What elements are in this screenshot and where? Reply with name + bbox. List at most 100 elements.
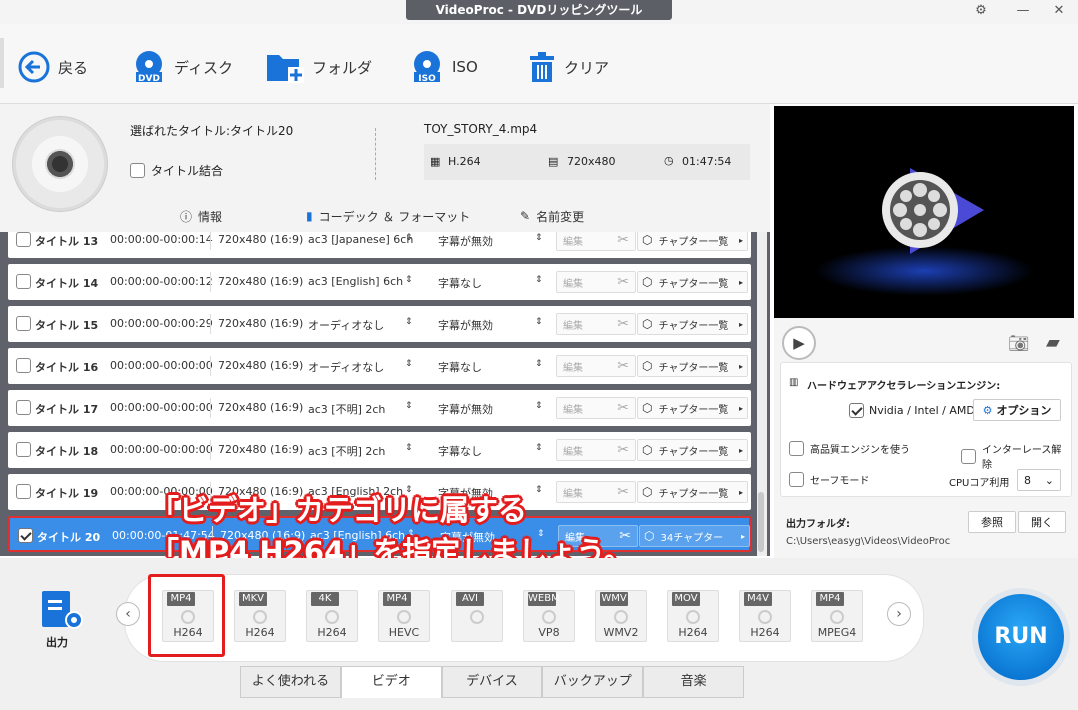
row-checkbox[interactable] (16, 358, 31, 373)
row-subtitle[interactable]: 字幕が無効 (438, 317, 493, 333)
edit-button[interactable]: 編集 ✂ (556, 232, 636, 251)
run-button[interactable]: RUN (972, 588, 1070, 686)
chapter-list-button[interactable]: ⬡ チャプター一覧 ▸ (637, 439, 748, 461)
chapter-list-button[interactable]: ⬡ チャプター一覧 ▸ (637, 232, 748, 251)
subtitle-select-arrow-icon[interactable]: ⇕ (535, 359, 543, 369)
edit-button[interactable]: 編集 ✂ (556, 313, 636, 335)
title-row[interactable]: タイトル 13 00:00:00-00:00:14 720x480 (16:9) ac… (8, 232, 751, 258)
row-subtitle[interactable]: 字幕が無効 (438, 233, 493, 249)
row-checkbox[interactable] (16, 400, 31, 415)
chapter-list-button[interactable]: ⬡ 34チャプター ▸ (639, 525, 750, 547)
title-row[interactable]: タイトル 17 00:00:00-00:00:00 720x480 (16:9) ac… (8, 390, 751, 426)
option-button[interactable]: ⚙ オプション (973, 399, 1061, 421)
row-audio[interactable]: オーディオなし (308, 317, 384, 333)
deinterlace-checkbox-box[interactable] (961, 448, 976, 464)
audio-select-arrow-icon[interactable]: ⇕ (405, 275, 413, 285)
hq-checkbox-box[interactable] (789, 441, 804, 456)
rename-tab[interactable]: ✎ 名前変更 (520, 206, 584, 226)
row-checkbox[interactable] (16, 316, 31, 331)
audio-select-arrow-icon[interactable]: ⇕ (405, 233, 413, 243)
chapter-list-button[interactable]: ⬡ チャプター一覧 ▸ (637, 313, 748, 335)
audio-select-arrow-icon[interactable]: ⇕ (405, 443, 413, 453)
play-button[interactable]: ▶ (782, 326, 816, 360)
chapter-list-button[interactable]: ⬡ チャプター一覧 ▸ (637, 355, 748, 377)
scrollbar-thumb[interactable] (758, 492, 764, 552)
hq-engine-checkbox[interactable]: 高品質エンジンを使う (789, 441, 910, 456)
iso-button[interactable]: ISO ISO (410, 48, 478, 86)
audio-select-arrow-icon[interactable]: ⇕ (405, 317, 413, 327)
format-option[interactable]: MP4 HEVC (378, 590, 430, 642)
row-subtitle[interactable]: 字幕が無効 (438, 401, 493, 417)
category-tab[interactable]: ビデオ (340, 666, 442, 698)
format-option[interactable]: WEBM VP8 (523, 590, 575, 642)
subtitle-select-arrow-icon[interactable]: ⇕ (535, 233, 543, 243)
row-checkbox[interactable] (16, 274, 31, 289)
subtitle-select-arrow-icon[interactable]: ⇕ (535, 485, 543, 495)
audio-select-arrow-icon[interactable]: ⇕ (405, 359, 413, 369)
open-folder-icon[interactable]: ▰ (1046, 332, 1060, 353)
subtitle-select-arrow-icon[interactable]: ⇕ (535, 401, 543, 411)
subtitle-select-arrow-icon[interactable]: ⇕ (535, 317, 543, 327)
camera-icon[interactable]: 📷︎ (1008, 334, 1030, 354)
chapter-list-button[interactable]: ⬡ チャプター一覧 ▸ (637, 271, 748, 293)
prev-format-button[interactable]: ‹ (116, 602, 140, 626)
title-row[interactable]: タイトル 18 00:00:00-00:00:00 720x480 (16:9) ac… (8, 432, 751, 468)
row-checkbox[interactable] (16, 484, 31, 499)
category-tab[interactable]: デバイス (441, 666, 543, 698)
subtitle-select-arrow-icon[interactable]: ⇕ (535, 275, 543, 285)
edit-button[interactable]: 編集 ✂ (556, 397, 636, 419)
edit-button[interactable]: 編集 ✂ (556, 355, 636, 377)
row-audio[interactable]: ac3 [不明] 2ch (308, 443, 385, 459)
browse-button[interactable]: 参照 (968, 511, 1016, 533)
settings-gear-icon[interactable]: ⚙ (970, 2, 992, 20)
subtitle-select-arrow-icon[interactable]: ⇕ (535, 443, 543, 453)
row-audio[interactable]: ac3 [Japanese] 6ch (308, 233, 413, 246)
title-row[interactable]: タイトル 14 00:00:00-00:00:12 720x480 (16:9) ac… (8, 264, 751, 300)
codec-format-tab[interactable]: ▮ コーデック ＆ フォーマット (306, 206, 470, 226)
edit-button[interactable]: 編集 ✂ (556, 271, 636, 293)
format-option[interactable]: MP4 MPEG4 (811, 590, 863, 642)
row-audio[interactable]: ac3 [不明] 2ch (308, 401, 385, 417)
edit-button[interactable]: 編集 ✂ (556, 481, 636, 503)
format-option[interactable]: M4V H264 (739, 590, 791, 642)
folder-button[interactable]: フォルダ (266, 48, 372, 86)
category-tab[interactable]: 音楽 (643, 666, 744, 698)
row-checkbox[interactable] (16, 442, 31, 457)
row-checkbox[interactable] (18, 528, 33, 543)
row-subtitle[interactable]: 字幕なし (438, 275, 482, 291)
row-checkbox[interactable] (16, 232, 31, 247)
row-audio[interactable]: オーディオなし (308, 359, 384, 375)
format-option[interactable]: MKV H264 (234, 590, 286, 642)
deinterlace-checkbox[interactable]: インターレース解除 (961, 441, 1071, 471)
merge-checkbox-box[interactable] (130, 163, 145, 178)
next-format-button[interactable]: › (887, 602, 911, 626)
close-button[interactable]: ✕ (1048, 2, 1070, 20)
chapter-list-button[interactable]: ⬡ チャプター一覧 ▸ (637, 481, 748, 503)
row-subtitle[interactable]: 字幕なし (438, 359, 482, 375)
minimize-button[interactable]: — (1012, 2, 1034, 20)
format-option[interactable]: 4K H264 (306, 590, 358, 642)
format-option[interactable]: AVI (451, 590, 503, 642)
safe-mode-checkbox[interactable]: セーフモード (789, 472, 869, 487)
nvidia-checkbox-box[interactable] (849, 403, 864, 418)
output-settings-icon[interactable] (40, 590, 86, 630)
row-subtitle[interactable]: 字幕なし (438, 443, 482, 459)
audio-select-arrow-icon[interactable]: ⇕ (405, 401, 413, 411)
info-tab[interactable]: ⓘ 情報 (180, 206, 222, 226)
category-tab[interactable]: バックアップ (542, 666, 644, 698)
category-tab[interactable]: よく使われる (240, 666, 341, 698)
back-button[interactable]: 戻る (18, 48, 88, 86)
format-option[interactable]: WMV WMV2 (595, 590, 647, 642)
nvidia-checkbox[interactable]: Nvidia / Intel / AMD (849, 403, 975, 418)
edit-button[interactable]: 編集 ✂ (556, 439, 636, 461)
merge-titles-checkbox[interactable]: タイトル結合 (130, 162, 223, 179)
clear-button[interactable]: クリア (528, 48, 609, 86)
open-button[interactable]: 開く (1018, 511, 1066, 533)
format-option[interactable]: MOV H264 (667, 590, 719, 642)
disc-button[interactable]: DVD ディスク (132, 48, 233, 86)
safe-checkbox-box[interactable] (789, 472, 804, 487)
row-audio[interactable]: ac3 [English] 6ch (308, 275, 403, 288)
title-row[interactable]: タイトル 15 00:00:00-00:00:29 720x480 (16:9) オー… (8, 306, 751, 342)
chapter-list-button[interactable]: ⬡ チャプター一覧 ▸ (637, 397, 748, 419)
cpu-core-select[interactable]: 8 ⌄ (1017, 469, 1061, 491)
